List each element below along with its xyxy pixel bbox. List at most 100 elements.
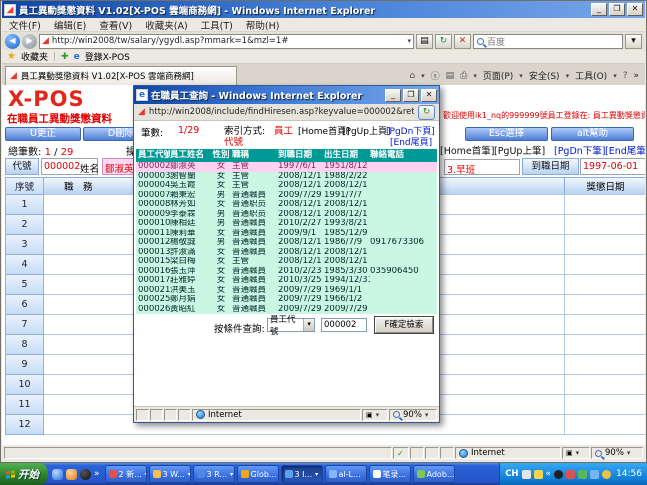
tools-dropdown-icon[interactable]: ▾ bbox=[613, 72, 617, 80]
tools-menu[interactable]: 工具(O) bbox=[575, 69, 607, 82]
quick-launch-overflow-icon[interactable]: » bbox=[94, 469, 100, 479]
reward-date-cell[interactable] bbox=[565, 214, 645, 235]
employee-row[interactable]: 000008林芳如女普通职员2008/12/12008/12/1 bbox=[136, 200, 437, 210]
tab-active[interactable]: ◢ 員工異動獎懲資料 V1.02[X-POS 雲端商務網] bbox=[5, 66, 237, 85]
end-page-link[interactable]: [End尾頁] bbox=[390, 135, 432, 148]
page-menu[interactable]: 页面(P) bbox=[483, 69, 513, 82]
update-button[interactable]: U更正 bbox=[5, 127, 81, 141]
protected-mode-cell[interactable]: ▣▾ bbox=[562, 447, 590, 459]
back-button[interactable]: ◀ bbox=[5, 34, 20, 49]
tray-chevron-icon[interactable]: « bbox=[546, 469, 552, 479]
employee-row[interactable]: 000002鄒淑英女主管1997/6/11951/8/12 bbox=[136, 162, 437, 172]
employee-row[interactable]: 000007賴秉宏男普通職員2009/7/291991/7/7 bbox=[136, 191, 437, 201]
employee-row[interactable]: 000017莊雅婷女普通職員2010/3/251994/12/31 bbox=[136, 276, 437, 286]
record-nav-link[interactable]: [End尾筆] bbox=[605, 143, 645, 157]
popup-protected-mode-cell[interactable]: ▣▾ bbox=[362, 409, 388, 421]
select-dropdown-icon[interactable]: ▾ bbox=[303, 319, 314, 331]
employee-row[interactable]: 000010陳相廷男普通職員2010/2/271993/8/21 bbox=[136, 219, 437, 229]
tray-security-icon[interactable] bbox=[578, 470, 587, 479]
employee-row[interactable]: 000011陳莉華女普通職員2009/9/11985/12/9 bbox=[136, 229, 437, 239]
quick-launch-browser-icon[interactable] bbox=[52, 469, 63, 480]
taskbar-task-button[interactable]: Glob... bbox=[237, 465, 279, 483]
menu-item[interactable]: 帮助(H) bbox=[246, 18, 280, 32]
reward-date-cell[interactable] bbox=[565, 294, 645, 315]
employee-row[interactable]: 000015梁白梅女主管2008/12/12008/12/1 bbox=[136, 257, 437, 267]
query-value-input[interactable]: 000002 bbox=[321, 318, 367, 332]
popup-zoom-control[interactable]: 90% ▾ bbox=[389, 409, 437, 421]
reward-date-cell[interactable] bbox=[565, 374, 645, 395]
tray-network-icon[interactable] bbox=[590, 470, 599, 479]
record-nav-link[interactable]: [PgUp上筆] bbox=[494, 143, 545, 157]
help-icon[interactable]: ? bbox=[623, 71, 628, 81]
record-nav-link[interactable]: [Home首筆] bbox=[440, 143, 494, 157]
menu-item[interactable]: 查看(V) bbox=[99, 18, 132, 32]
employee-row[interactable]: 000021洪美玉女普通職員2009/7/291969/1/1 bbox=[136, 286, 437, 296]
reward-date-cell[interactable] bbox=[565, 314, 645, 335]
reward-date-cell[interactable] bbox=[565, 254, 645, 275]
address-input[interactable]: ◢ http://win2008/tw/salary/ygydl.asp?mma… bbox=[39, 34, 414, 49]
main-titlebar[interactable]: ◢ 員工異動獎懲資料 V1.02[X-POS 雲端商務網] - Windows … bbox=[2, 1, 645, 18]
reward-date-cell[interactable] bbox=[565, 334, 645, 355]
maximize-button[interactable]: ❐ bbox=[609, 3, 625, 16]
zoom-dropdown-icon[interactable]: ▾ bbox=[627, 449, 631, 457]
tray-help-icon[interactable] bbox=[534, 470, 543, 479]
taskbar-task-button[interactable]: 3 I...▾ bbox=[281, 465, 323, 483]
shift-field[interactable]: 3.早班 bbox=[444, 159, 520, 175]
tray-antivirus-icon[interactable] bbox=[566, 470, 575, 479]
taskbar-task-button[interactable]: 3 R...▾ bbox=[193, 465, 235, 483]
reward-date-cell[interactable] bbox=[565, 354, 645, 375]
home-dropdown-icon[interactable]: ▾ bbox=[421, 72, 425, 80]
popup-refresh-button[interactable]: ↻ bbox=[418, 105, 435, 120]
stop-button[interactable]: ✕ bbox=[454, 34, 471, 49]
reward-date-cell[interactable] bbox=[565, 274, 645, 295]
hire-date-field[interactable]: 1997-06-01 bbox=[580, 158, 645, 175]
close-button[interactable]: ✕ bbox=[627, 3, 643, 16]
employee-row[interactable]: 000009李泰霖男普通职员2008/12/12008/12/1 bbox=[136, 210, 437, 220]
search-options-button[interactable]: ▾ bbox=[625, 34, 642, 49]
tray-volume-icon[interactable] bbox=[602, 470, 611, 479]
print-icon[interactable]: ⎙ bbox=[460, 71, 467, 81]
refresh-button[interactable]: ↻ bbox=[435, 34, 452, 49]
home-icon[interactable]: ⌂ bbox=[409, 71, 415, 81]
confirm-search-button[interactable]: F確定檢索 bbox=[375, 317, 433, 333]
popup-close-button[interactable]: ✕ bbox=[421, 89, 437, 102]
address-dropdown-icon[interactable]: ▾ bbox=[407, 37, 411, 45]
menu-item[interactable]: 编辑(E) bbox=[54, 18, 86, 32]
popup-minimize-button[interactable]: _ bbox=[385, 89, 401, 102]
task-group-dropdown-icon[interactable]: ▾ bbox=[315, 471, 318, 478]
reward-date-cell[interactable] bbox=[565, 394, 645, 415]
help-button[interactable]: alt幫助 bbox=[551, 127, 634, 141]
quick-launch-qq-icon[interactable] bbox=[80, 469, 91, 480]
compatibility-button[interactable]: ▤ bbox=[416, 34, 433, 49]
taskbar-task-button[interactable]: 2 新...▾ bbox=[105, 465, 147, 483]
favorites-star-icon[interactable]: ★ bbox=[7, 51, 16, 62]
select-button[interactable]: Esc選擇 bbox=[465, 127, 548, 141]
taskbar-task-button[interactable]: 笔录... bbox=[369, 465, 411, 483]
favorites-link[interactable]: 登錄X-POS bbox=[85, 50, 130, 63]
task-group-dropdown-icon[interactable]: ▾ bbox=[230, 471, 233, 478]
popup-maximize-button[interactable]: ❐ bbox=[403, 89, 419, 102]
task-group-dropdown-icon[interactable]: ▾ bbox=[145, 471, 147, 478]
safety-dropdown-icon[interactable]: ▾ bbox=[566, 72, 570, 80]
task-group-dropdown-icon[interactable]: ▾ bbox=[188, 471, 191, 478]
forward-button[interactable]: ▶ bbox=[22, 34, 37, 49]
employee-row[interactable]: 000012楊敬誠男普通職員2008/12/11986/7/9091767330… bbox=[136, 238, 437, 248]
menu-item[interactable]: 工具(T) bbox=[201, 18, 233, 32]
quick-launch-messenger-icon[interactable] bbox=[66, 469, 77, 480]
taskbar-task-button[interactable]: Adob... bbox=[413, 465, 455, 483]
taskbar-task-button[interactable]: 3 W...▾ bbox=[149, 465, 191, 483]
feeds-icon[interactable]: ⓢ bbox=[431, 69, 440, 82]
reward-date-cell[interactable] bbox=[565, 234, 645, 255]
query-field-select[interactable]: 員工代號 ▾ bbox=[267, 318, 315, 332]
tray-qq-icon[interactable] bbox=[554, 470, 563, 479]
zoom-control[interactable]: 90% ▾ bbox=[591, 447, 643, 459]
add-favorite-icon[interactable]: ✚ bbox=[61, 52, 69, 62]
favorites-label[interactable]: 收藏夹 bbox=[21, 50, 48, 63]
language-indicator[interactable]: CH bbox=[505, 469, 518, 479]
employee-row[interactable]: 000003謝智蘭女主管2008/12/11988/2/22 bbox=[136, 172, 437, 182]
read-mail-icon[interactable]: ▤ bbox=[446, 71, 455, 81]
menu-item[interactable]: 收藏夹(A) bbox=[145, 18, 187, 32]
search-input[interactable]: 百度 bbox=[473, 34, 623, 49]
reward-date-cell[interactable] bbox=[565, 414, 645, 435]
taskbar-task-button[interactable]: al-L... bbox=[325, 465, 367, 483]
